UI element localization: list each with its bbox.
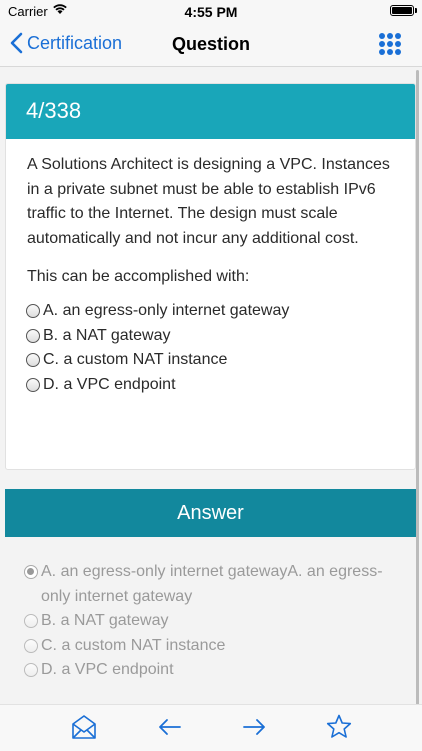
- question-text: A Solutions Architect is designing a VPC…: [27, 156, 390, 247]
- radio-button[interactable]: [26, 377, 40, 392]
- next-button[interactable]: [240, 713, 268, 746]
- answer-option-a: A. an egress-only internet gatewayA. an …: [24, 560, 405, 609]
- back-button[interactable]: Certification: [10, 32, 122, 54]
- option-label: D. a VPC endpoint: [43, 375, 176, 393]
- question-option-a[interactable]: A. an egress-only internet gateway: [26, 299, 403, 324]
- answer-option-label: D. a VPC endpoint: [41, 661, 174, 678]
- radio-button: [24, 614, 38, 628]
- radio-button-selected: [24, 565, 38, 579]
- option-label: A. an egress-only internet gateway: [43, 302, 290, 320]
- question-option-b[interactable]: B. a NAT gateway: [26, 324, 403, 349]
- question-option-d[interactable]: D. a VPC endpoint: [26, 373, 403, 398]
- question-prompt: This can be accomplished with:: [27, 268, 250, 285]
- arrow-right-icon: [243, 719, 265, 735]
- answer-option-c: C. a custom NAT instance: [24, 634, 405, 659]
- option-label: B. a NAT gateway: [43, 326, 171, 344]
- radio-button[interactable]: [26, 328, 40, 343]
- bottom-toolbar: [0, 704, 422, 751]
- question-card: 4/338 A Solutions Architect is designing…: [5, 83, 416, 470]
- envelope-icon: [72, 715, 96, 739]
- email-button[interactable]: [70, 713, 98, 746]
- back-button-label: Certification: [27, 32, 123, 53]
- status-time: 4:55 PM: [184, 4, 238, 20]
- status-bar: Carrier 4:55 PM: [0, 0, 422, 24]
- option-label: C. a custom NAT instance: [43, 351, 228, 369]
- scrollbar[interactable]: [416, 70, 419, 720]
- radio-button: [24, 663, 38, 677]
- chevron-left-icon: [10, 32, 23, 54]
- question-counter: 4/338: [6, 84, 415, 139]
- question-body: A Solutions Architect is designing a VPC…: [6, 139, 415, 397]
- answer-option-label: B. a NAT gateway: [41, 612, 169, 629]
- answer-option-label: A. an egress-only internet gatewayA. an …: [41, 563, 383, 605]
- radio-button: [24, 638, 38, 653]
- grid-menu-button[interactable]: [378, 32, 402, 61]
- radio-button[interactable]: [26, 353, 40, 368]
- answer-options: A. an egress-only internet gatewayA. an …: [24, 560, 405, 683]
- navigation-bar: Certification Question: [0, 24, 422, 67]
- answer-option-b: B. a NAT gateway: [24, 609, 405, 634]
- radio-button[interactable]: [26, 304, 40, 319]
- answer-option-d: D. a VPC endpoint: [24, 658, 405, 683]
- answer-header[interactable]: Answer: [5, 489, 416, 537]
- question-option-c[interactable]: C. a custom NAT instance: [26, 348, 403, 373]
- battery-tip: [415, 8, 417, 13]
- answer-option-label: C. a custom NAT instance: [41, 636, 226, 654]
- star-icon: [326, 714, 352, 738]
- arrow-left-icon: [159, 719, 181, 735]
- previous-button[interactable]: [156, 713, 184, 746]
- grid-icon: [379, 33, 401, 55]
- battery-icon: [390, 5, 414, 16]
- favorite-button[interactable]: [325, 713, 353, 746]
